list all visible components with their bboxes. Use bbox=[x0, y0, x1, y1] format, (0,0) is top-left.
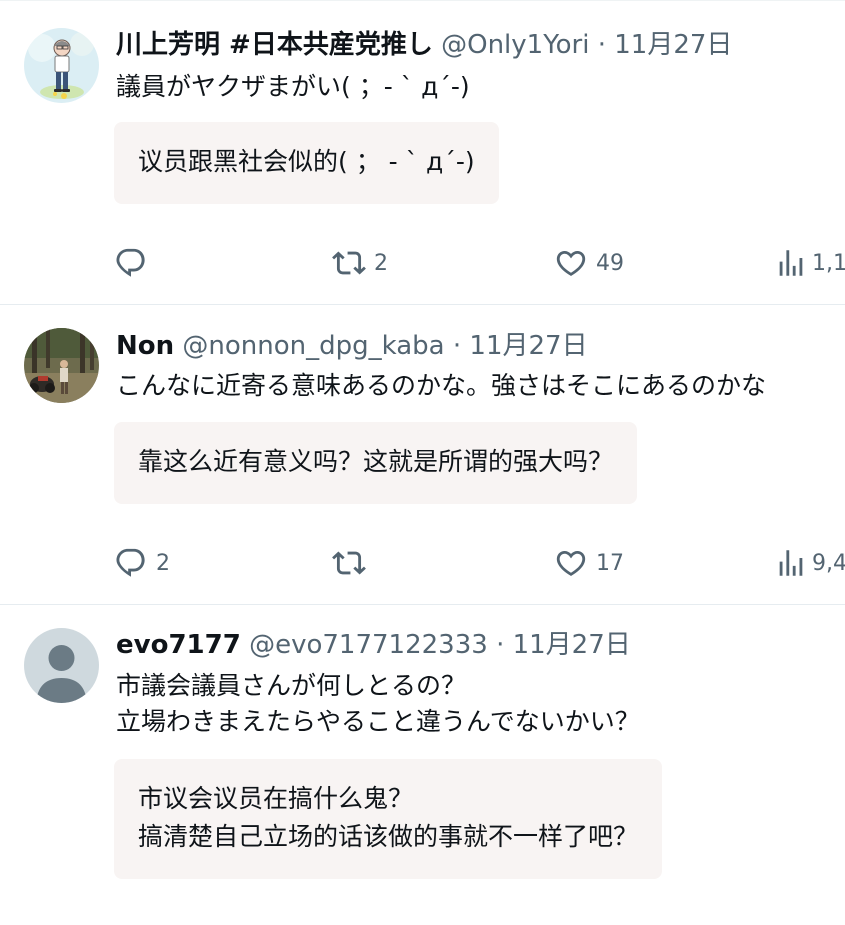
action-bar: 2 17 9,4 bbox=[114, 545, 845, 581]
tweet-text: 市議会議員さんが何しとるの？ 立場わきまえたらやること違うんでないかい？ bbox=[116, 668, 640, 740]
tweet-item[interactable]: evo7177 @evo7177122333 · 11月27日 市議会議員さんが… bbox=[0, 605, 845, 925]
reply-count: 2 bbox=[156, 550, 170, 576]
user-name[interactable]: evo7177 bbox=[116, 630, 241, 660]
reply-icon bbox=[116, 548, 145, 577]
action-bar: 2 49 1,19 bbox=[114, 245, 845, 281]
tweet-text-line: 立場わきまえたらやること違うんでないかい？ bbox=[116, 707, 640, 736]
tweet-header: 川上芳明 #日本共産党推し @Only1Yori · 11月27日 bbox=[116, 29, 732, 61]
like-count: 17 bbox=[596, 550, 624, 576]
translation-line: 议员跟黑社会似的( ； - ` д´-) bbox=[138, 147, 475, 176]
like-count: 49 bbox=[596, 250, 624, 276]
tweet-text: こんなに近寄る意味あるのかな。強さはそこにあるのかな bbox=[116, 368, 766, 404]
views-count: 1,19 bbox=[812, 250, 845, 276]
user-name[interactable]: Non bbox=[116, 331, 174, 361]
heart-icon bbox=[556, 550, 586, 576]
user-handle[interactable]: @Only1Yori bbox=[441, 30, 589, 60]
views-chart-icon bbox=[779, 550, 803, 576]
translation-box: 市议会议员在搞什么鬼？ 搞清楚自己立场的话该做的事就不一样了吧？ bbox=[114, 759, 663, 879]
tweet-item[interactable]: 川上芳明 #日本共産党推し @Only1Yori · 11月27日 議員がヤクザ… bbox=[0, 0, 845, 305]
tweet-date[interactable]: 11月27日 bbox=[469, 331, 587, 361]
views-chart-icon bbox=[779, 250, 803, 276]
user-handle[interactable]: @evo7177122333 bbox=[249, 630, 488, 660]
retweet-count: 2 bbox=[374, 250, 388, 276]
separator-dot: · bbox=[496, 630, 505, 660]
like-button[interactable]: 49 bbox=[554, 245, 624, 281]
retweet-button[interactable] bbox=[332, 545, 374, 581]
translation-line: 搞清楚自己立场的话该做的事就不一样了吧？ bbox=[138, 822, 639, 851]
user-handle[interactable]: @nonnon_dpg_kaba bbox=[182, 331, 444, 361]
separator-dot: · bbox=[452, 331, 462, 361]
tweet-text-line: こんなに近寄る意味あるのかな。強さはそこにあるのかな bbox=[116, 371, 767, 400]
translation-box: 靠这么近有意义吗？这就是所谓的强大吗？ bbox=[114, 422, 638, 504]
tweet-text-line: 議員がヤクザまがい( ；- ` д´-) bbox=[116, 72, 470, 101]
avatar[interactable] bbox=[24, 328, 99, 403]
tweet-item[interactable]: Non @nonnon_dpg_kaba · 11月27日 こんなに近寄る意味あ… bbox=[0, 305, 845, 605]
tweet-header: evo7177 @evo7177122333 · 11月27日 bbox=[116, 629, 631, 661]
avatar[interactable] bbox=[24, 628, 99, 703]
tweet-date[interactable]: 11月27日 bbox=[614, 30, 732, 60]
tweet-date[interactable]: 11月27日 bbox=[513, 630, 631, 660]
retweet-button[interactable]: 2 bbox=[332, 245, 388, 281]
retweet-icon bbox=[332, 551, 366, 575]
translation-line: 靠这么近有意义吗？这就是所谓的强大吗？ bbox=[138, 447, 614, 476]
default-avatar-icon bbox=[24, 628, 99, 703]
retweet-icon bbox=[332, 251, 366, 275]
views-button[interactable]: 1,19 bbox=[774, 245, 845, 281]
views-count: 9,4 bbox=[812, 550, 845, 576]
reply-button[interactable] bbox=[114, 245, 156, 281]
tweet-text-line: 市議会議員さんが何しとるの？ bbox=[116, 671, 467, 700]
translation-line: 市议会议员在搞什么鬼？ bbox=[138, 784, 414, 813]
user-name[interactable]: 川上芳明 #日本共産党推し bbox=[116, 30, 433, 60]
heart-icon bbox=[556, 250, 586, 276]
like-button[interactable]: 17 bbox=[554, 545, 624, 581]
views-button[interactable]: 9,4 bbox=[774, 545, 845, 581]
reply-button[interactable]: 2 bbox=[114, 545, 170, 581]
separator-dot: · bbox=[597, 30, 606, 60]
avatar[interactable] bbox=[24, 28, 99, 103]
reply-icon bbox=[116, 248, 145, 277]
translation-box: 议员跟黑社会似的( ； - ` д´-) bbox=[114, 122, 499, 204]
tweet-text: 議員がヤクザまがい( ；- ` д´-) bbox=[116, 69, 470, 105]
tweet-header: Non @nonnon_dpg_kaba · 11月27日 bbox=[116, 330, 588, 362]
